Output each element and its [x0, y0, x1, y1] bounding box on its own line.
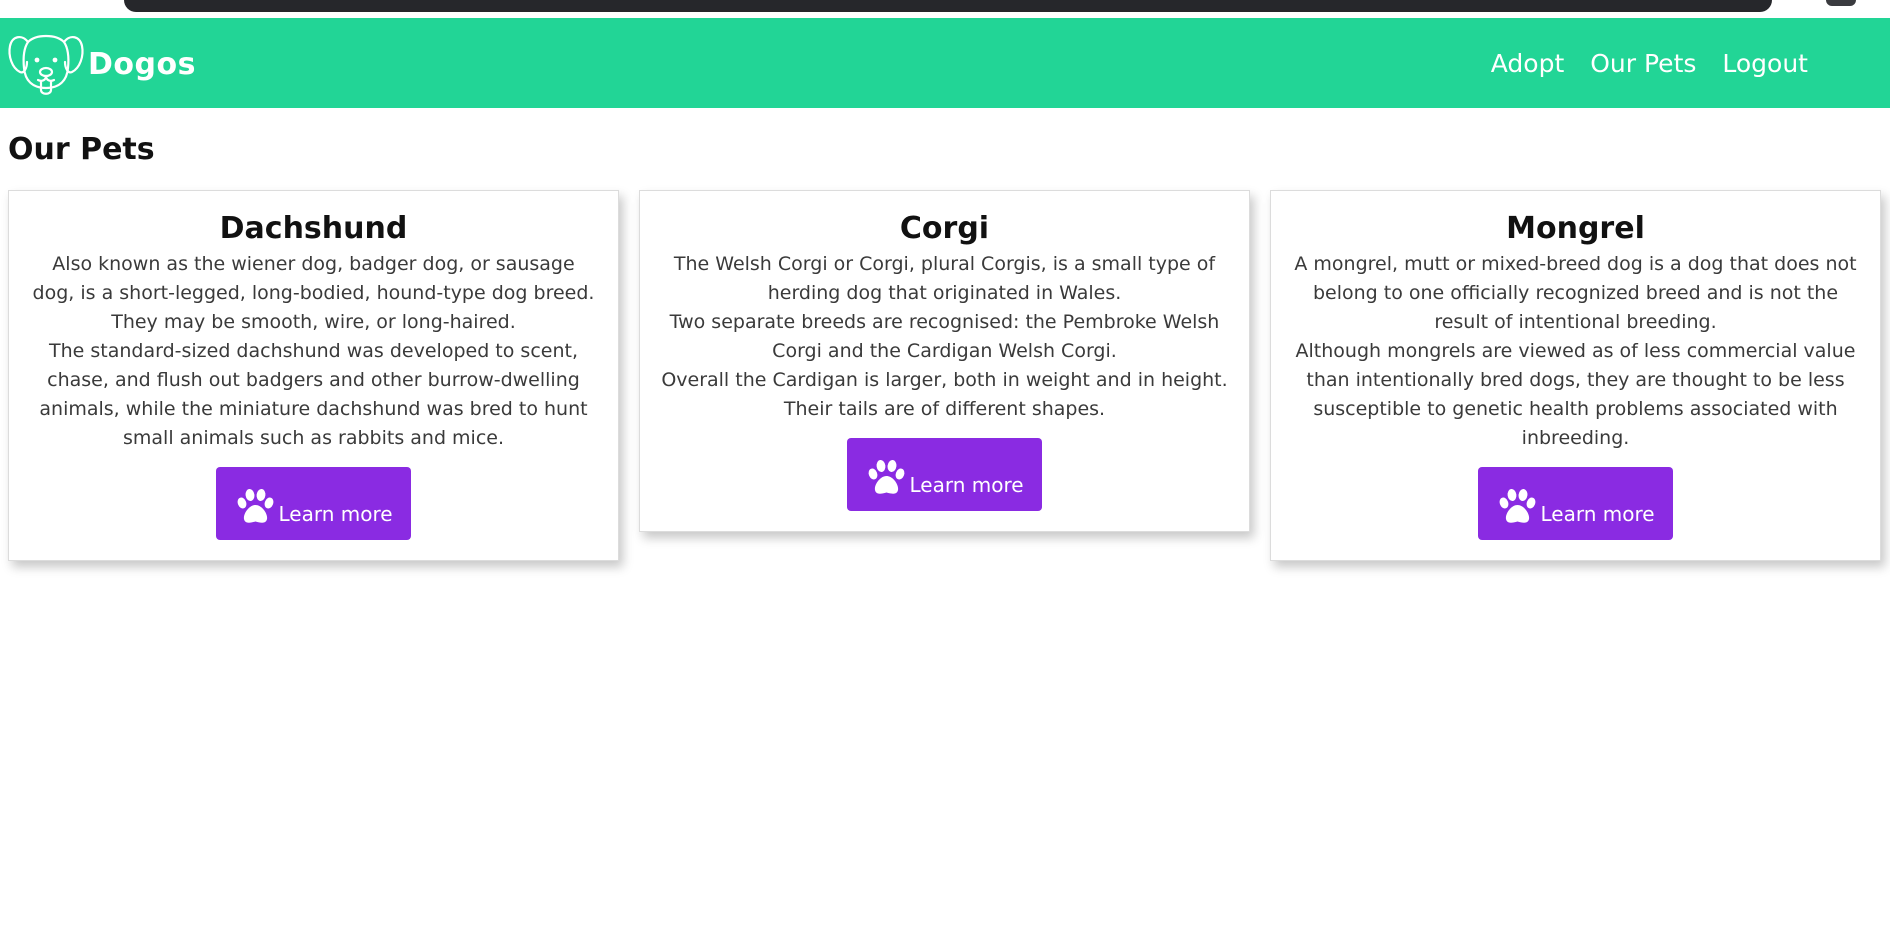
learn-more-label: Learn more	[278, 502, 393, 526]
learn-more-label: Learn more	[1540, 502, 1655, 526]
learn-more-button[interactable]: Learn more	[847, 438, 1042, 511]
nav-link-our-pets[interactable]: Our Pets	[1590, 49, 1696, 78]
learn-more-button[interactable]: Learn more	[216, 467, 411, 540]
paw-icon	[1500, 489, 1536, 523]
brand[interactable]: Dogos	[6, 28, 196, 100]
pet-card-dachshund: Dachshund Also known as the wiener dog, …	[8, 190, 619, 561]
paw-icon	[238, 489, 274, 523]
nav-link-logout[interactable]: Logout	[1722, 49, 1808, 78]
card-description: Also known as the wiener dog, badger dog…	[32, 253, 595, 333]
card-title: Mongrel	[1506, 211, 1645, 246]
card-description: The standard-sized dachshund was develop…	[39, 340, 588, 449]
browser-profile-icon[interactable]	[1826, 0, 1856, 6]
pet-card-corgi: Corgi The Welsh Corgi or Corgi, plural C…	[639, 190, 1250, 532]
card-title: Corgi	[899, 211, 990, 246]
dog-face-icon	[8, 34, 84, 95]
navbar: Dogos Adopt Our Pets Logout	[0, 18, 1890, 108]
page-title: Our Pets	[8, 132, 155, 167]
paw-icon	[869, 460, 905, 494]
brand-name: Dogos	[88, 46, 196, 82]
nav-link-adopt[interactable]: Adopt	[1491, 49, 1565, 78]
learn-more-label: Learn more	[909, 473, 1024, 497]
card-description: The Welsh Corgi or Corgi, plural Corgis,…	[673, 253, 1216, 304]
card-title: Dachshund	[219, 211, 408, 246]
pet-card-mongrel: Mongrel A mongrel, mutt or mixed-breed d…	[1270, 190, 1881, 561]
pet-cards: Dachshund Also known as the wiener dog, …	[8, 190, 1888, 561]
card-description: Although mongrels are viewed as of less …	[1295, 340, 1856, 449]
learn-more-button[interactable]: Learn more	[1478, 467, 1673, 540]
card-description: Two separate breeds are recognised: the …	[669, 311, 1220, 362]
browser-top-strip	[0, 0, 1890, 18]
card-description: Overall the Cardigan is larger, both in …	[661, 369, 1228, 420]
card-description: A mongrel, mutt or mixed-breed dog is a …	[1294, 253, 1857, 333]
browser-address-bar[interactable]	[124, 0, 1772, 12]
nav-links: Adopt Our Pets Logout	[1491, 18, 1808, 108]
